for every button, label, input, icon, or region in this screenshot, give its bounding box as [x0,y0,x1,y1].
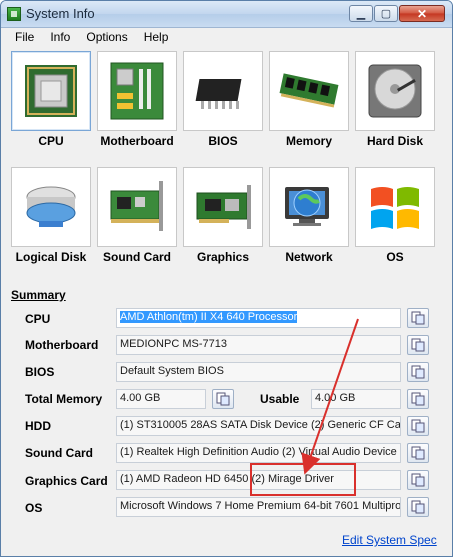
annotation-arrow [301,318,359,475]
system-info-window: System Info ▁ ▢ ✕ File Info Options Help… [0,0,453,557]
